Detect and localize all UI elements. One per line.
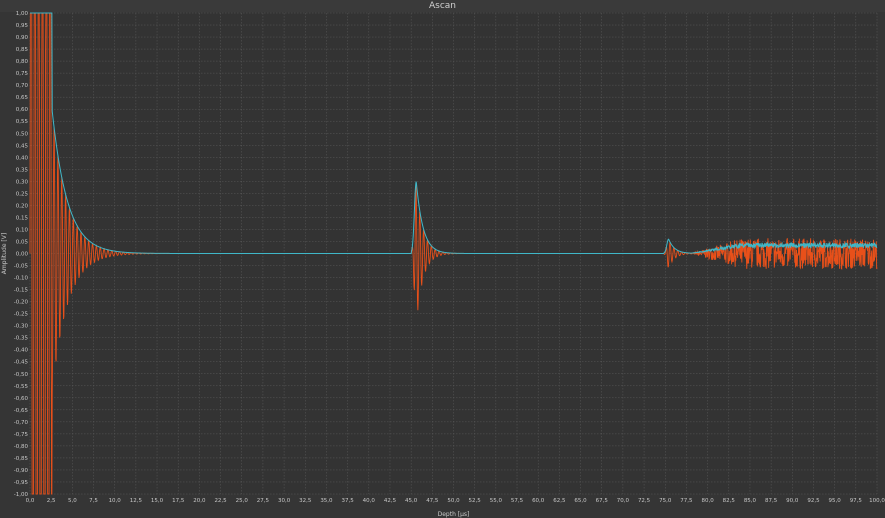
x-tick-label: 70,0	[617, 498, 630, 504]
y-tick-label: 0,50	[16, 131, 29, 137]
x-tick-label: 85,0	[744, 498, 757, 504]
x-tick-label: 65,0	[574, 498, 587, 504]
x-tick-label: 45,0	[405, 498, 418, 504]
y-tick-label: 0,15	[16, 215, 29, 221]
y-tick-label: 0,05	[16, 239, 29, 245]
x-tick-label: 47,5	[426, 498, 439, 504]
x-tick-label: 77,5	[680, 498, 693, 504]
x-tick-label: 15,0	[151, 498, 164, 504]
y-tick-label: 0,60	[16, 107, 29, 113]
x-tick-label: 32,5	[299, 498, 312, 504]
x-tick-label: 5,0	[68, 498, 77, 504]
x-tick-label: 17,5	[172, 498, 185, 504]
x-tick-label: 55,0	[490, 498, 503, 504]
y-tick-label: -0,60	[14, 396, 29, 402]
y-tick-label: 0,30	[16, 179, 29, 185]
x-tick-label: 97,5	[850, 498, 863, 504]
y-tick-label: -0,90	[14, 468, 29, 474]
y-tick-label: 0,55	[16, 119, 29, 125]
y-tick-label: 0,00	[16, 252, 29, 258]
x-tick-label: 50,0	[447, 498, 460, 504]
y-tick-label: 1,00	[16, 11, 29, 17]
x-tick-label: 30,0	[278, 498, 291, 504]
x-tick-label: 60,0	[532, 498, 545, 504]
x-tick-label: 82,5	[723, 498, 736, 504]
y-tick-label: 0,10	[16, 227, 29, 233]
y-tick-label: 0,85	[16, 47, 29, 53]
y-tick-label: 0,45	[16, 143, 29, 149]
x-tick-label: 40,0	[363, 498, 376, 504]
x-tick-label: 52,5	[469, 498, 482, 504]
x-tick-label: 27,5	[257, 498, 270, 504]
x-tick-label: 10,0	[109, 498, 122, 504]
y-tick-label: -0,20	[14, 300, 29, 306]
x-tick-label: 57,5	[511, 498, 524, 504]
y-tick-label: -0,70	[14, 420, 29, 426]
y-tick-label: -0,40	[14, 348, 29, 354]
x-axis-label: Depth [µs]	[438, 511, 470, 518]
y-tick-label: 0,95	[16, 23, 29, 29]
y-tick-label: -0,30	[14, 324, 29, 330]
x-tick-label: 92,5	[807, 498, 820, 504]
y-tick-label: -0,05	[14, 264, 29, 270]
y-tick-label: -0,25	[14, 312, 29, 318]
y-tick-label: -0,95	[14, 480, 29, 486]
y-tick-label: -0,10	[14, 276, 29, 282]
x-tick-label: 0,0	[26, 498, 35, 504]
x-tick-label: 72,5	[638, 498, 651, 504]
y-tick-label: -0,75	[14, 432, 29, 438]
y-tick-label: -0,80	[14, 444, 29, 450]
x-axis-ticks: 0,0 2,5 5,0 7,5 10,0 12,5 15,0 17,5 20,0 22,5 25,0…	[26, 498, 885, 504]
y-tick-label: -1,00	[14, 492, 29, 498]
y-tick-label: 0,35	[16, 167, 29, 173]
y-tick-label: 0,75	[16, 71, 29, 77]
x-tick-label: 12,5	[130, 498, 143, 504]
x-tick-label: 100,0	[869, 498, 885, 504]
x-tick-label: 80,0	[701, 498, 714, 504]
ascan-chart[interactable]: 0,0 2,5 5,0 7,5 10,0 12,5 15,0 17,5 20,0 22,5 25,0…	[0, 0, 885, 518]
y-tick-label: 0,90	[16, 35, 29, 41]
y-axis-ticks: 1,00 0,95 0,90 0,85 0,80 0,75 0,70 0,65 0,60 0,55…	[14, 11, 29, 498]
y-tick-label: 0,65	[16, 95, 29, 101]
y-tick-label: -0,45	[14, 360, 29, 366]
y-axis-label: Amplitude [V]	[1, 233, 8, 274]
x-tick-label: 2,5	[47, 498, 56, 504]
x-tick-label: 87,5	[765, 498, 778, 504]
y-tick-label: -0,85	[14, 456, 29, 462]
y-tick-label: 0,70	[16, 83, 29, 89]
x-tick-label: 7,5	[89, 498, 98, 504]
y-tick-label: -0,65	[14, 408, 29, 414]
y-tick-label: 0,40	[16, 155, 29, 161]
x-tick-label: 25,0	[236, 498, 249, 504]
y-tick-label: 0,25	[16, 191, 29, 197]
y-tick-label: 0,80	[16, 59, 29, 65]
x-tick-label: 95,0	[829, 498, 842, 504]
y-tick-label: 0,20	[16, 203, 29, 209]
x-tick-label: 90,0	[786, 498, 799, 504]
x-tick-label: 22,5	[214, 498, 227, 504]
y-tick-label: -0,50	[14, 372, 29, 378]
y-tick-label: -0,15	[14, 288, 29, 294]
x-tick-label: 62,5	[553, 498, 566, 504]
y-tick-label: -0,35	[14, 336, 29, 342]
x-tick-label: 67,5	[596, 498, 609, 504]
x-tick-label: 37,5	[342, 498, 355, 504]
x-tick-label: 20,0	[193, 498, 206, 504]
x-tick-label: 35,0	[320, 498, 333, 504]
y-tick-label: -0,55	[14, 384, 29, 390]
x-tick-label: 42,5	[384, 498, 397, 504]
x-tick-label: 75,0	[659, 498, 672, 504]
